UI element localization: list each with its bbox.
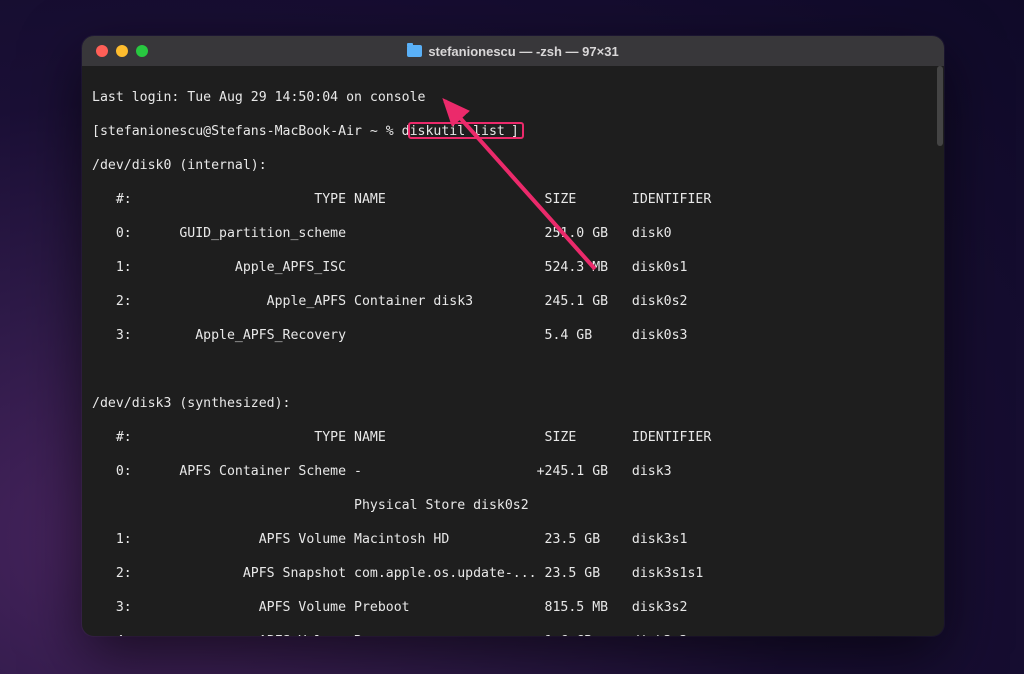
title-label: stefanionescu — -zsh — 97×31 bbox=[428, 44, 618, 59]
terminal-window: stefanionescu — -zsh — 97×31 Last login:… bbox=[82, 36, 944, 636]
prompt-line-1: [stefanionescu@Stefans-MacBook-Air ~ % d… bbox=[92, 123, 934, 140]
annotation-arrow-icon bbox=[427, 91, 617, 281]
scrollbar[interactable] bbox=[937, 66, 943, 634]
disk3-row-0: 0: APFS Container Scheme - +245.1 GB dis… bbox=[92, 463, 934, 480]
command-highlight-box bbox=[408, 122, 524, 139]
disk0-row-0: 0: GUID_partition_scheme 251.0 GB disk0 bbox=[92, 225, 934, 242]
disk3-physical-store: Physical Store disk0s2 bbox=[92, 497, 934, 514]
disk3-row-4: 4: APFS Volume Recovery 1.6 GB disk3s3 bbox=[92, 633, 934, 636]
scrollbar-thumb[interactable] bbox=[937, 66, 943, 146]
terminal-body[interactable]: Last login: Tue Aug 29 14:50:04 on conso… bbox=[82, 66, 944, 636]
window-title: stefanionescu — -zsh — 97×31 bbox=[82, 44, 944, 59]
disk3-row-2: 2: APFS Snapshot com.apple.os.update-...… bbox=[92, 565, 934, 582]
disk3-row-3: 3: APFS Volume Preboot 815.5 MB disk3s2 bbox=[92, 599, 934, 616]
disk0-row-3: 3: Apple_APFS_Recovery 5.4 GB disk0s3 bbox=[92, 327, 934, 344]
folder-icon bbox=[407, 45, 422, 57]
column-header-3: #: TYPE NAME SIZE IDENTIFIER bbox=[92, 429, 934, 446]
prompt-prefix: [stefanionescu@Stefans-MacBook-Air ~ % bbox=[92, 124, 402, 139]
disk3-row-1: 1: APFS Volume Macintosh HD 23.5 GB disk… bbox=[92, 531, 934, 548]
disk0-row-2: 2: Apple_APFS Container disk3 245.1 GB d… bbox=[92, 293, 934, 310]
blank-1 bbox=[92, 361, 934, 378]
title-bar: stefanionescu — -zsh — 97×31 bbox=[82, 36, 944, 66]
column-header-1: #: TYPE NAME SIZE IDENTIFIER bbox=[92, 191, 934, 208]
disk0-header: /dev/disk0 (internal): bbox=[92, 157, 934, 174]
disk0-row-1: 1: Apple_APFS_ISC 524.3 MB disk0s1 bbox=[92, 259, 934, 276]
last-login-line: Last login: Tue Aug 29 14:50:04 on conso… bbox=[92, 89, 934, 106]
disk3-header: /dev/disk3 (synthesized): bbox=[92, 395, 934, 412]
